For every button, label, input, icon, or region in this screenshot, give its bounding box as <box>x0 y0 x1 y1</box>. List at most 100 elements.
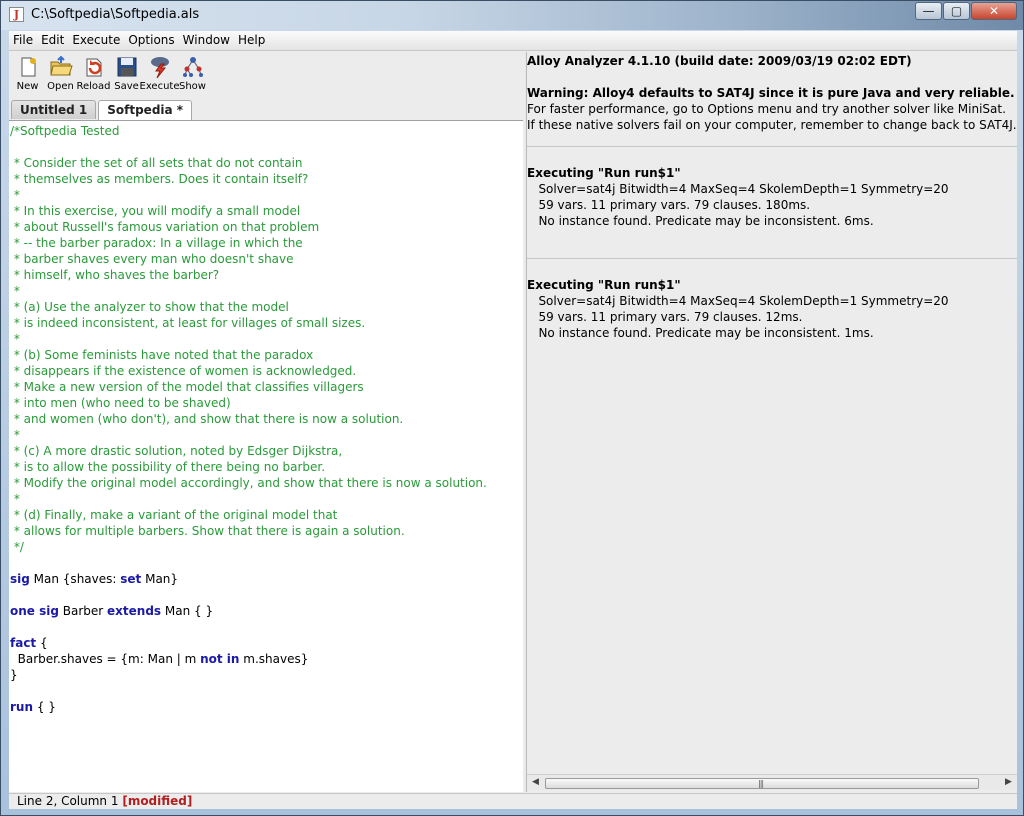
run-solver: Solver=sat4j Bitwidth=4 MaxSeq=4 SkolemD… <box>527 182 949 196</box>
new-icon <box>21 57 36 77</box>
info-text: If these native solvers fail on your com… <box>527 118 1017 132</box>
code-line: * Make a new version of the model that c… <box>10 379 364 395</box>
code-comment: * is to allow the possibility of there b… <box>10 460 326 474</box>
code-comment: * himself, who shaves the barber? <box>10 268 220 282</box>
menu-window[interactable]: Window <box>179 31 234 50</box>
menu-bar: File Edit Execute Options Window Help <box>9 31 1017 51</box>
code-line: * Modify the original model accordingly,… <box>10 475 487 491</box>
code-keyword: run <box>10 700 34 714</box>
code-line: * (d) Finally, make a variant of the ori… <box>10 507 338 523</box>
save-button[interactable]: Save <box>110 52 143 96</box>
modified-indicator: [modified] <box>122 794 193 808</box>
code-line: * allows for multiple barbers. Show that… <box>10 523 405 539</box>
reload-label: Reload <box>76 81 111 92</box>
tab-softpedia[interactable]: Softpedia * <box>98 100 193 120</box>
code-comment: * -- the barber paradox: In a village in… <box>10 236 303 250</box>
maximize-button[interactable]: ▢ <box>943 2 970 20</box>
close-button[interactable]: ✕ <box>971 2 1017 20</box>
reload-button[interactable]: Reload <box>76 52 111 96</box>
code-line: * -- the barber paradox: In a village in… <box>10 235 303 251</box>
code-line: } <box>10 667 18 683</box>
run-result: No instance found. Predicate may be inco… <box>527 214 874 228</box>
code-line: * <box>10 187 20 203</box>
editor-tabs: Untitled 1 Softpedia * <box>11 100 194 120</box>
code-comment: * (d) Finally, make a variant of the ori… <box>10 508 338 522</box>
run-title: Executing "Run run$1" <box>527 278 681 292</box>
scroll-right-icon[interactable]: ▶ <box>1005 777 1012 787</box>
grip-icon: ||| <box>758 779 764 788</box>
code-text: } <box>10 668 18 682</box>
warning-text: Warning: Alloy4 defaults to SAT4J since … <box>527 86 1015 100</box>
code-line: * <box>10 331 20 347</box>
code-comment: * In this exercise, you will modify a sm… <box>10 204 301 218</box>
show-button[interactable]: Show <box>176 52 209 96</box>
window-controls: — ▢ ✕ <box>914 2 1017 20</box>
code-line: * about Russell's famous variation on th… <box>10 219 319 235</box>
code-line: * barber shaves every man who doesn't sh… <box>10 251 294 267</box>
menu-edit[interactable]: Edit <box>37 31 68 50</box>
show-label: Show <box>179 81 206 92</box>
editor-panel: New Open Reload Save Execute Show Untitl… <box>9 52 525 792</box>
code-keyword: fact <box>10 636 37 650</box>
code-line: * themselves as members. Does it contain… <box>10 171 309 187</box>
code-comment: */ <box>10 540 24 554</box>
code-comment: * Modify the original model accordingly,… <box>10 476 487 490</box>
reload-icon <box>86 58 101 77</box>
code-comment: * (b) Some feminists have noted that the… <box>10 348 314 362</box>
menu-execute[interactable]: Execute <box>68 31 124 50</box>
code-line: * <box>10 491 20 507</box>
divider <box>527 258 1017 259</box>
minimize-button[interactable]: — <box>915 2 942 20</box>
menu-options[interactable]: Options <box>124 31 178 50</box>
run-stats: 59 vars. 11 primary vars. 79 clauses. 18… <box>527 198 811 212</box>
code-text: m.shaves} <box>239 652 309 666</box>
code-text: { } <box>33 700 56 714</box>
code-text: Man { } <box>161 604 214 618</box>
code-line: */ <box>10 539 24 555</box>
open-icon <box>49 55 73 76</box>
code-comment: * about Russell's famous variation on th… <box>10 220 320 234</box>
code-line: * disappears if the existence of women i… <box>10 363 356 379</box>
scroll-left-icon[interactable]: ◀ <box>532 777 539 787</box>
new-button[interactable]: New <box>11 52 44 96</box>
code-text: Man {shaves: <box>29 572 121 586</box>
horizontal-scrollbar[interactable]: ◀ ||| ▶ <box>527 774 1017 790</box>
tab-untitled-1[interactable]: Untitled 1 <box>11 100 97 119</box>
window-title: C:\Softpedia\Softpedia.als <box>31 7 200 22</box>
code-line: * into men (who need to be shaved) <box>10 395 231 411</box>
code-comment: * Make a new version of the model that c… <box>10 380 364 394</box>
code-line: one sig Barber extends Man { } <box>10 603 213 619</box>
info-text: For faster performance, go to Options me… <box>527 102 1006 116</box>
code-comment: * disappears if the existence of women i… <box>10 364 357 378</box>
code-text: Barber <box>58 604 108 618</box>
output-panel: Alloy Analyzer 4.1.10 (build date: 2009/… <box>527 52 1017 792</box>
save-label: Save <box>114 81 139 92</box>
scrollbar-thumb[interactable]: ||| <box>545 778 979 789</box>
code-line: * (c) A more drastic solution, noted by … <box>10 443 342 459</box>
code-keyword: extends <box>107 604 162 618</box>
code-line: sig Man {shaves: set Man} <box>10 571 178 587</box>
title-bar[interactable]: J C:\Softpedia\Softpedia.als — ▢ ✕ <box>1 1 1023 30</box>
run-result: No instance found. Predicate may be inco… <box>527 326 874 340</box>
menu-help[interactable]: Help <box>234 31 269 50</box>
code-comment: /*Softpedia Tested <box>10 124 120 138</box>
code-comment: * barber shaves every man who doesn't sh… <box>10 252 294 266</box>
code-comment: * <box>10 332 20 346</box>
code-line: run { } <box>10 699 56 715</box>
code-editor[interactable]: /*Softpedia Tested * Consider the set of… <box>9 120 523 792</box>
open-button[interactable]: Open <box>44 52 77 96</box>
code-line: * himself, who shaves the barber? <box>10 267 219 283</box>
code-comment: * (a) Use the analyzer to show that the … <box>10 300 289 314</box>
code-line: * <box>10 283 20 299</box>
menu-file[interactable]: File <box>9 31 37 50</box>
execute-label: Execute <box>139 81 180 92</box>
analyzer-version: Alloy Analyzer 4.1.10 (build date: 2009/… <box>527 54 912 68</box>
output-log[interactable]: Alloy Analyzer 4.1.10 (build date: 2009/… <box>527 52 1017 770</box>
code-text: { <box>36 636 48 650</box>
toolbar: New Open Reload Save Execute Show <box>9 52 525 96</box>
execute-button[interactable]: Execute <box>140 52 180 96</box>
code-keyword: one sig <box>10 604 59 618</box>
code-comment: * <box>10 492 20 506</box>
java-app-icon: J <box>9 7 24 22</box>
code-line: * Consider the set of all sets that do n… <box>10 155 303 171</box>
